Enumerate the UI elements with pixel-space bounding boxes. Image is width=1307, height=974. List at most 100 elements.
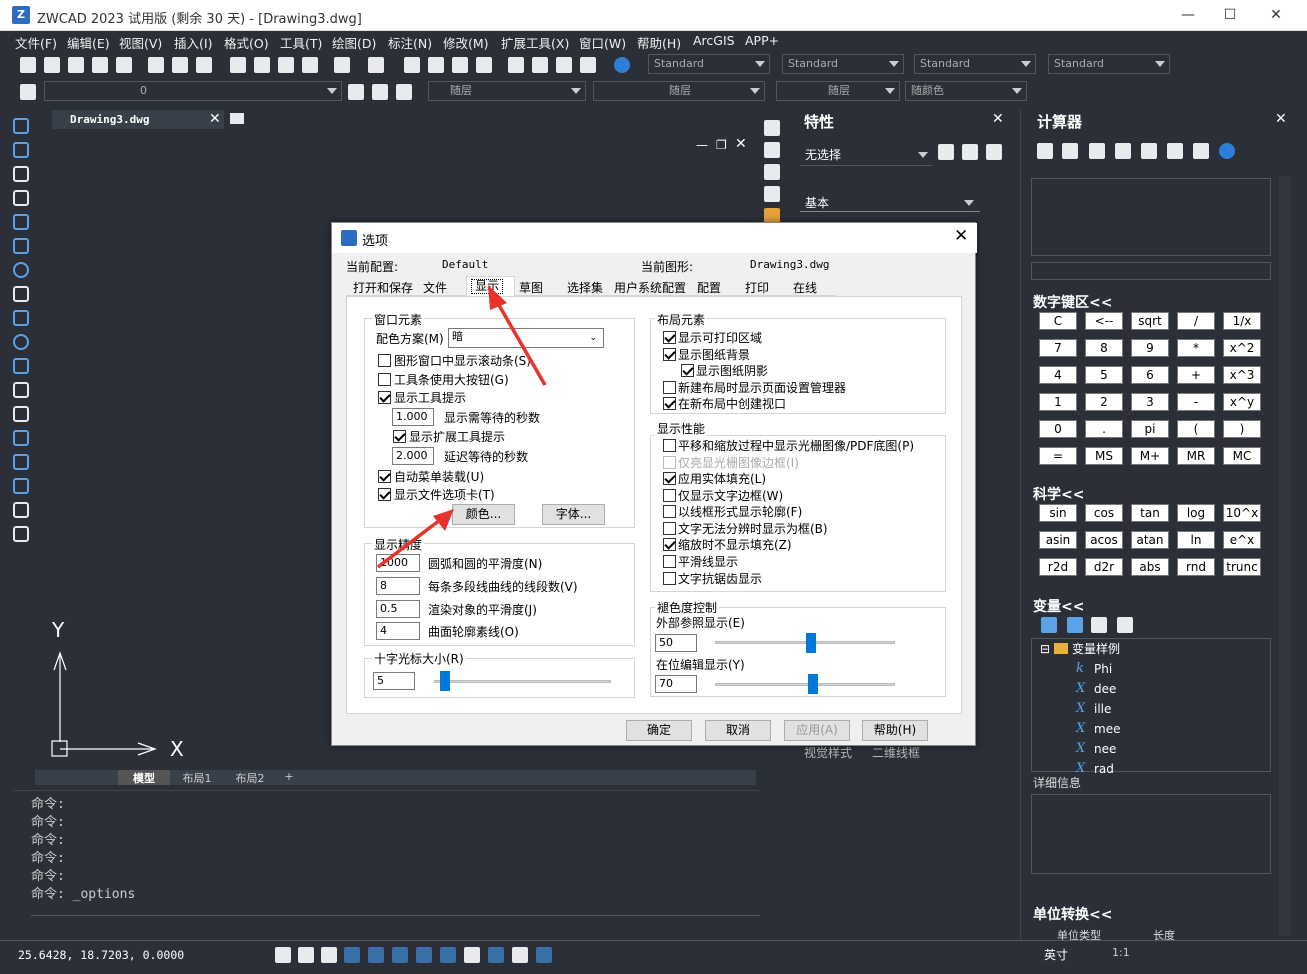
edit-var-icon[interactable]	[1067, 617, 1083, 633]
calc-key[interactable]: MR	[1177, 447, 1215, 465]
science-key[interactable]: sin	[1039, 504, 1077, 522]
dialog-close-icon[interactable]: ✕	[954, 226, 968, 246]
science-key[interactable]: abs	[1131, 558, 1169, 576]
calculator-close-icon[interactable]: ✕	[1275, 111, 1287, 127]
osnap-icon[interactable]	[368, 947, 384, 963]
calc-input[interactable]	[1031, 262, 1271, 280]
calc-key[interactable]: =	[1039, 447, 1077, 465]
make-block-icon[interactable]	[13, 406, 29, 422]
inplace-fade-input[interactable]: 70	[655, 675, 697, 693]
calc-key[interactable]: 8	[1085, 339, 1123, 357]
doc-close-icon[interactable]: ✕	[735, 136, 747, 152]
lineweight-select[interactable]: 随层	[776, 81, 900, 101]
apply-button[interactable]: 应用(A)	[784, 720, 850, 741]
mleader-style-select[interactable]: Standard	[1048, 54, 1170, 74]
menu-edit[interactable]: 编辑(E)	[67, 33, 110, 52]
design-center-icon[interactable]	[532, 57, 548, 73]
copy-icon[interactable]	[254, 57, 270, 73]
polar-icon[interactable]	[344, 947, 360, 963]
plot-icon[interactable]	[196, 57, 212, 73]
var-item[interactable]: nee	[1094, 742, 1116, 756]
am-icon[interactable]	[536, 947, 552, 963]
document-tab[interactable]: Drawing3.dwg	[52, 110, 224, 129]
calc-key[interactable]: MS	[1085, 447, 1123, 465]
minimize-icon[interactable]: —	[1165, 0, 1211, 30]
science-key[interactable]: rnd	[1177, 558, 1215, 576]
tab-selection[interactable]: 选择集	[567, 279, 603, 296]
vars-title[interactable]: 变量<<	[1033, 596, 1084, 616]
dim-style-select[interactable]: Standard	[782, 54, 904, 74]
science-key[interactable]: trunc	[1223, 558, 1261, 576]
zoom-prev-icon[interactable]	[476, 57, 492, 73]
selection-select[interactable]: 无选择	[800, 142, 932, 166]
help-icon[interactable]	[614, 57, 630, 73]
new-icon[interactable]	[20, 57, 36, 73]
print-icon[interactable]	[148, 57, 164, 73]
calc-key[interactable]: +	[1177, 366, 1215, 384]
science-key[interactable]: r2d	[1039, 558, 1077, 576]
calc-help-icon[interactable]	[1219, 143, 1235, 159]
calc-key[interactable]: 5	[1085, 366, 1123, 384]
tab-model[interactable]: 模型	[118, 770, 170, 785]
ellipse-arc-icon[interactable]	[13, 358, 29, 374]
calc-key[interactable]: .	[1085, 420, 1123, 438]
line-icon[interactable]	[13, 118, 29, 134]
select-objects-icon[interactable]	[962, 144, 978, 160]
ellipse-icon[interactable]	[13, 334, 29, 350]
save-icon[interactable]	[68, 57, 84, 73]
hatch-icon[interactable]	[13, 454, 29, 470]
ok-button[interactable]: 确定	[626, 720, 692, 741]
calc-key[interactable]: 2	[1085, 393, 1123, 411]
circle-icon[interactable]	[13, 262, 29, 278]
calc-key[interactable]: MC	[1223, 447, 1261, 465]
science-key[interactable]: tan	[1131, 504, 1169, 522]
menu-window[interactable]: 窗口(W)	[579, 33, 626, 52]
calc-key[interactable]: 1	[1039, 393, 1077, 411]
doc-restore-icon[interactable]: ❐	[716, 138, 727, 152]
delete-var-icon[interactable]	[1091, 617, 1107, 633]
xline-icon[interactable]	[13, 142, 29, 158]
visual-style-value[interactable]: 二维线框	[872, 744, 920, 761]
clear-history-icon[interactable]	[1062, 143, 1078, 159]
close-tab-icon[interactable]: ✕	[209, 111, 221, 127]
annotation-scale[interactable]: 1:1	[1112, 946, 1130, 959]
properties-icon[interactable]	[508, 57, 524, 73]
calc-key[interactable]: C	[1039, 312, 1077, 330]
point-icon[interactable]	[13, 430, 29, 446]
unit-length-value[interactable]: 长度	[1153, 927, 1175, 943]
menu-insert[interactable]: 插入(I)	[174, 33, 212, 52]
tpy-icon[interactable]	[464, 947, 480, 963]
get-distance-icon[interactable]	[1141, 143, 1157, 159]
calc-key[interactable]: )	[1223, 420, 1261, 438]
get-point-icon[interactable]	[1115, 143, 1131, 159]
var-item[interactable]: dee	[1094, 682, 1116, 696]
calc-key[interactable]: 1/x	[1223, 312, 1261, 330]
science-key[interactable]: ln	[1177, 531, 1215, 549]
arc-icon[interactable]	[13, 238, 29, 254]
pan-raster-checkbox[interactable]	[663, 439, 676, 452]
calc-key[interactable]: sqrt	[1131, 312, 1169, 330]
undo-icon[interactable]	[334, 57, 350, 73]
properties-close-icon[interactable]: ✕	[992, 111, 1004, 127]
tab-add[interactable]: +	[278, 770, 300, 785]
doc-minimize-icon[interactable]: —	[696, 138, 708, 152]
preview-icon[interactable]	[172, 57, 188, 73]
smooth-line-checkbox[interactable]	[663, 555, 676, 568]
save-all-icon[interactable]	[116, 57, 132, 73]
science-key[interactable]: asin	[1039, 531, 1077, 549]
layer-select[interactable]: 0	[44, 81, 342, 101]
menu-format[interactable]: 格式(O)	[224, 33, 269, 52]
spline-icon[interactable]	[13, 310, 29, 326]
var-item[interactable]: rad	[1094, 762, 1114, 776]
science-key[interactable]: e^x	[1223, 531, 1261, 549]
var-item[interactable]: ille	[1094, 702, 1111, 716]
cut-icon[interactable]	[230, 57, 246, 73]
calc-key[interactable]: 4	[1039, 366, 1077, 384]
menu-help[interactable]: 帮助(H)	[637, 33, 681, 52]
xref-fade-input[interactable]: 50	[655, 634, 697, 652]
science-key[interactable]: 10^x	[1223, 504, 1261, 522]
calc-key[interactable]: 9	[1131, 339, 1169, 357]
menu-app[interactable]: APP+	[745, 33, 779, 48]
text-boundary-checkbox[interactable]	[663, 489, 676, 502]
menu-view[interactable]: 视图(V)	[119, 33, 162, 52]
